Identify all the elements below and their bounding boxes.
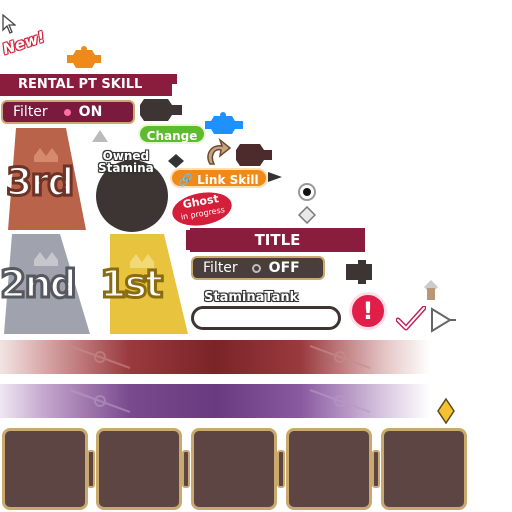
small-triangle-icon-3 xyxy=(268,172,282,182)
owned-label-line2: Stamina xyxy=(98,161,154,175)
change-button[interactable]: Change xyxy=(138,124,206,144)
slot-connector-2 xyxy=(182,450,190,488)
pink-check-icon[interactable] xyxy=(396,306,426,332)
slot-connector-4 xyxy=(372,450,380,488)
slot-5[interactable] xyxy=(381,428,467,510)
stripe-decoration-4 xyxy=(309,389,371,413)
play-arrow-icon[interactable] xyxy=(428,306,456,334)
dark-puzzle-icon-2 xyxy=(236,144,272,166)
owned-stamina-label: Owned Stamina xyxy=(98,150,154,174)
refresh-arrow-icon xyxy=(207,138,232,165)
stripe-decoration-2 xyxy=(309,345,371,369)
slot-connector-3 xyxy=(277,450,285,488)
rank-2nd-label: 2nd xyxy=(0,261,78,308)
title-filter-toggle[interactable]: Filter OFF xyxy=(191,256,325,280)
dark-puzzle-icon xyxy=(140,99,182,121)
stamina-tank-label: StaminaTank xyxy=(204,290,299,305)
radio-selected-icon[interactable] xyxy=(297,182,317,202)
filter-state: ON xyxy=(78,104,103,120)
ghost-in-progress-badge: Ghost in progress xyxy=(169,188,235,230)
rental-pt-skill-banner: RENTAL PT SKILL xyxy=(0,74,172,96)
dark-puzzle-icon-3 xyxy=(346,260,372,284)
rank-1st-label: 1st xyxy=(98,261,164,308)
cursor-arrow-icon xyxy=(2,14,16,34)
link-skill-label: Link Skill xyxy=(197,173,259,187)
blue-puzzle-icon xyxy=(205,112,243,134)
link-skill-button[interactable]: 🔗 Link Skill xyxy=(170,168,268,188)
gold-diamond-icon xyxy=(437,398,455,424)
slot-2[interactable] xyxy=(96,428,182,510)
filter-on-dot xyxy=(63,108,71,116)
title-banner: TITLE xyxy=(190,228,365,252)
small-triangle-icon xyxy=(92,130,108,142)
stripe-decoration-3 xyxy=(69,389,131,413)
stamina-tank-bar xyxy=(191,306,341,330)
stripe-decoration xyxy=(69,345,131,369)
filter-state-2: OFF xyxy=(268,260,300,276)
filter-label: Filter xyxy=(13,104,48,120)
slot-1[interactable] xyxy=(2,428,88,510)
rental-filter-toggle[interactable]: Filter ON xyxy=(1,100,135,124)
slot-4[interactable] xyxy=(286,428,372,510)
slot-3[interactable] xyxy=(191,428,277,510)
alert-icon: ! xyxy=(349,292,387,330)
small-triangle-icon-2 xyxy=(168,154,184,168)
orange-puzzle-icon xyxy=(67,46,101,68)
diamond-outline-icon xyxy=(298,206,316,224)
rank-3rd-label: 3rd xyxy=(4,159,75,206)
filter-label-2: Filter xyxy=(203,260,238,276)
small-chip-icon xyxy=(424,280,438,300)
filter-off-dot xyxy=(251,263,261,273)
slot-connector-1 xyxy=(87,450,95,488)
link-icon: 🔗 xyxy=(178,173,193,187)
banner-notch xyxy=(163,74,177,84)
